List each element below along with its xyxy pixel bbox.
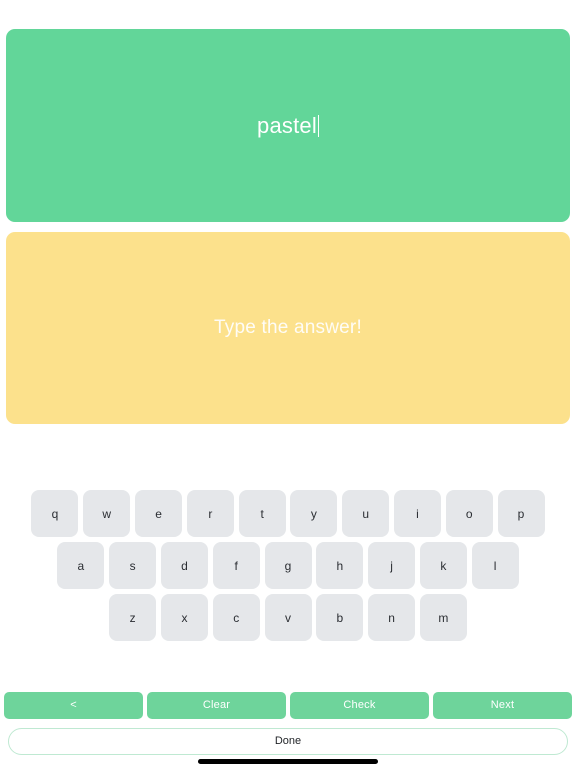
key-o[interactable]: o [445,490,493,537]
keyboard-row-1: q w e r t y u i o p [0,490,576,537]
next-button[interactable]: Next [433,692,572,719]
keyboard-row-3: z x c v b n m [0,594,576,641]
key-f[interactable]: f [212,542,260,589]
key-t[interactable]: t [238,490,286,537]
key-j[interactable]: j [368,542,416,589]
key-b[interactable]: b [316,594,364,641]
key-q[interactable]: q [31,490,79,537]
done-button[interactable]: Done [8,728,568,755]
key-c[interactable]: c [212,594,260,641]
answer-input-card[interactable]: Type the answer! [6,232,570,424]
key-d[interactable]: d [160,542,208,589]
answer-placeholder: Type the answer! [214,317,362,338]
key-n[interactable]: n [368,594,416,641]
keyboard-row-2: a s d f g h j k l [0,542,576,589]
key-w[interactable]: w [83,490,131,537]
key-z[interactable]: z [109,594,157,641]
key-l[interactable]: l [471,542,519,589]
key-u[interactable]: u [342,490,390,537]
onscreen-keyboard: q w e r t y u i o p a s d f g h j k l z … [0,490,576,646]
key-i[interactable]: i [393,490,441,537]
key-k[interactable]: k [419,542,467,589]
prompt-word: pastel [257,112,317,138]
home-indicator [198,759,378,764]
key-y[interactable]: y [290,490,338,537]
key-e[interactable]: e [135,490,183,537]
app-root: pastel Type the answer! q w e r t y u i … [0,0,576,768]
key-s[interactable]: s [109,542,157,589]
key-h[interactable]: h [316,542,364,589]
clear-button[interactable]: Clear [147,692,286,719]
action-button-row: < Clear Check Next [0,692,576,719]
key-p[interactable]: p [497,490,545,537]
key-m[interactable]: m [419,594,467,641]
check-button[interactable]: Check [290,692,429,719]
key-a[interactable]: a [57,542,105,589]
key-g[interactable]: g [264,542,312,589]
prompt-card: pastel [6,29,570,222]
key-v[interactable]: v [264,594,312,641]
key-r[interactable]: r [186,490,234,537]
key-x[interactable]: x [160,594,208,641]
back-button[interactable]: < [4,692,143,719]
